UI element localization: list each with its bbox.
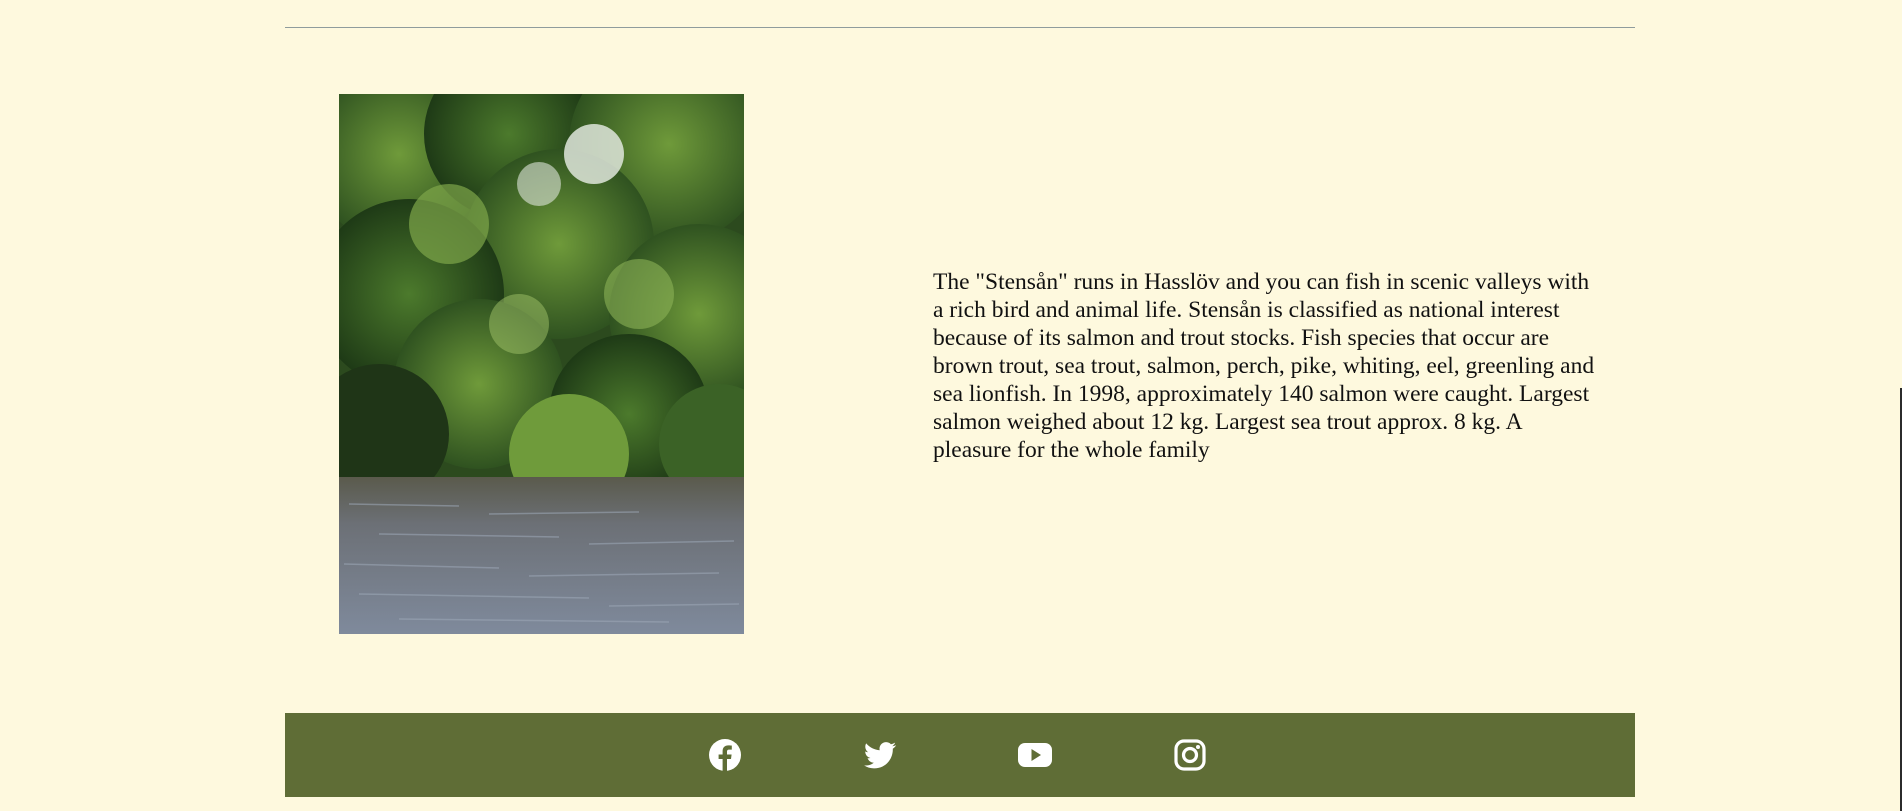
twitter-icon [864, 742, 897, 769]
youtube-link[interactable] [1015, 735, 1055, 775]
twitter-link[interactable] [860, 735, 900, 775]
footer [285, 713, 1635, 797]
top-divider [285, 27, 1635, 28]
instagram-icon [1174, 739, 1206, 771]
instagram-link[interactable] [1170, 735, 1210, 775]
facebook-icon [709, 739, 741, 771]
page: The "Stensån" runs in Hasslöv and you ca… [0, 0, 1902, 811]
river-description: The "Stensån" runs in Hasslöv and you ca… [933, 269, 1595, 463]
river-photo [339, 94, 744, 634]
facebook-link[interactable] [705, 735, 745, 775]
youtube-icon [1018, 743, 1052, 767]
